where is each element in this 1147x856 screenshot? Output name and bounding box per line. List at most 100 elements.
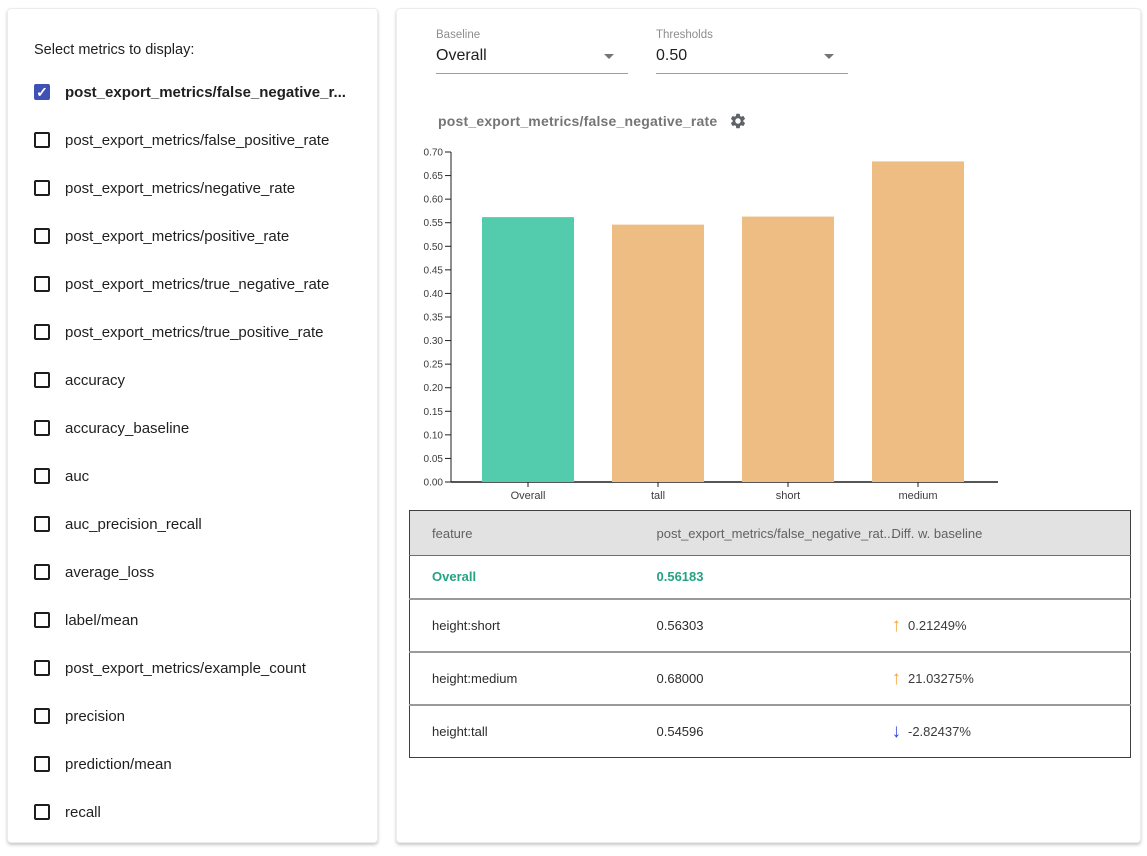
feature-cell: height:short bbox=[410, 599, 657, 652]
bar-tall bbox=[612, 225, 704, 482]
diff-percentage: 0.21249% bbox=[908, 618, 967, 633]
metric-item-label: accuracy bbox=[65, 372, 125, 389]
feature-cell: Overall bbox=[410, 556, 657, 599]
x-tick-label: Overall bbox=[511, 490, 546, 502]
y-tick-label: 0.00 bbox=[424, 478, 444, 489]
metric-item-label: auc_precision_recall bbox=[65, 516, 202, 533]
checkbox-unchecked-icon[interactable] bbox=[34, 468, 50, 484]
metric-select-panel: Select metrics to display: ✓ post_export_… bbox=[7, 8, 378, 843]
y-tick-label: 0.35 bbox=[424, 313, 444, 324]
checkbox-unchecked-icon[interactable] bbox=[34, 708, 50, 724]
chevron-down-icon bbox=[824, 54, 834, 59]
metric-item-label: average_loss bbox=[65, 564, 154, 581]
metric-item-label: precision bbox=[65, 708, 125, 725]
y-tick-label: 0.60 bbox=[424, 195, 444, 206]
metric-item-precision[interactable]: precision bbox=[34, 692, 361, 740]
metric-item-post-export-metrics-true-positive-rate[interactable]: post_export_metrics/true_positive_rate bbox=[34, 308, 361, 356]
y-tick-label: 0.25 bbox=[424, 360, 444, 371]
metric-item-label: post_export_metrics/true_positive_rate bbox=[65, 324, 323, 341]
x-tick-label: short bbox=[776, 490, 800, 502]
x-tick-label: medium bbox=[898, 490, 937, 502]
metric-item-auc-precision-recall[interactable]: auc_precision_recall bbox=[34, 500, 361, 548]
arrow-up-icon: ↑ bbox=[892, 669, 902, 688]
table-row-overall: Overall0.56183 bbox=[410, 556, 1131, 599]
metric-value-cell: 0.56303 bbox=[657, 599, 892, 652]
metric-item-accuracy[interactable]: accuracy bbox=[34, 356, 361, 404]
gear-icon[interactable] bbox=[729, 112, 747, 130]
checkbox-unchecked-icon[interactable] bbox=[34, 804, 50, 820]
metric-item-accuracy-baseline[interactable]: accuracy_baseline bbox=[34, 404, 361, 452]
metric-item-prediction-mean[interactable]: prediction/mean bbox=[34, 740, 361, 788]
metric-item-label: accuracy_baseline bbox=[65, 420, 189, 437]
checkbox-unchecked-icon[interactable] bbox=[34, 612, 50, 628]
metric-item-post-export-metrics-example-count[interactable]: post_export_metrics/example_count bbox=[34, 644, 361, 692]
diff-percentage: 21.03275% bbox=[908, 671, 974, 686]
checkbox-unchecked-icon[interactable] bbox=[34, 180, 50, 196]
metric-item-label: post_export_metrics/negative_rate bbox=[65, 180, 295, 197]
metric-item-average-loss[interactable]: average_loss bbox=[34, 548, 361, 596]
checkbox-unchecked-icon[interactable] bbox=[34, 564, 50, 580]
metric-item-post-export-metrics-false-positive-rate[interactable]: post_export_metrics/false_positive_rate bbox=[34, 116, 361, 164]
diff-cell: ↑ 21.03275% bbox=[892, 652, 1131, 705]
checkbox-unchecked-icon[interactable] bbox=[34, 372, 50, 388]
metric-item-label: prediction/mean bbox=[65, 756, 172, 773]
metric-item-recall[interactable]: recall bbox=[34, 788, 361, 836]
metric-value-cell: 0.54596 bbox=[657, 705, 892, 758]
checkbox-checked-icon[interactable]: ✓ bbox=[34, 84, 50, 100]
feature-cell: height:tall bbox=[410, 705, 657, 758]
bar-medium bbox=[872, 161, 964, 482]
metric-item-label: post_export_metrics/true_negative_rate bbox=[65, 276, 329, 293]
checkbox-unchecked-icon[interactable] bbox=[34, 132, 50, 148]
metric-item-post-export-metrics-negative-rate[interactable]: post_export_metrics/negative_rate bbox=[34, 164, 361, 212]
y-tick-label: 0.70 bbox=[424, 148, 444, 159]
metric-item-label-mean[interactable]: label/mean bbox=[34, 596, 361, 644]
col-header-feature: feature bbox=[410, 511, 657, 556]
metric-item-post-export-metrics-true-negative-rate[interactable]: post_export_metrics/true_negative_rate bbox=[34, 260, 361, 308]
baseline-select-label: Baseline bbox=[436, 29, 628, 41]
y-tick-label: 0.40 bbox=[424, 289, 444, 300]
x-tick-label: tall bbox=[651, 490, 665, 502]
metric-select-title: Select metrics to display: bbox=[34, 42, 361, 58]
thresholds-select[interactable]: 0.50 bbox=[656, 42, 848, 74]
y-tick-label: 0.05 bbox=[424, 454, 444, 465]
checkbox-unchecked-icon[interactable] bbox=[34, 660, 50, 676]
diff-cell: ↑0.21249% bbox=[892, 599, 1131, 652]
checkbox-unchecked-icon[interactable] bbox=[34, 276, 50, 292]
arrow-down-icon: ↓ bbox=[892, 722, 902, 741]
y-tick-label: 0.65 bbox=[424, 171, 444, 182]
checkbox-unchecked-icon[interactable] bbox=[34, 756, 50, 772]
metric-item-auc[interactable]: auc bbox=[34, 452, 361, 500]
metric-item-label: post_export_metrics/false_positive_rate bbox=[65, 132, 329, 149]
y-tick-label: 0.45 bbox=[424, 265, 444, 276]
metric-item-label: post_export_metrics/false_negative_r... bbox=[65, 84, 346, 101]
y-tick-label: 0.30 bbox=[424, 336, 444, 347]
chart-title: post_export_metrics/false_negative_rate bbox=[438, 113, 717, 129]
checkbox-unchecked-icon[interactable] bbox=[34, 516, 50, 532]
baseline-select-field: Baseline Overall bbox=[436, 29, 628, 74]
col-header-metric: post_export_metrics/false_negative_rat..… bbox=[657, 511, 892, 556]
checkbox-unchecked-icon[interactable] bbox=[34, 420, 50, 436]
y-tick-label: 0.55 bbox=[424, 218, 444, 229]
metric-item-post-export-metrics-false-negative-r[interactable]: ✓ post_export_metrics/false_negative_r... bbox=[34, 68, 361, 116]
checkbox-unchecked-icon[interactable] bbox=[34, 228, 50, 244]
thresholds-selected-value: 0.50 bbox=[656, 47, 687, 65]
metric-list: ✓ post_export_metrics/false_negative_r...… bbox=[34, 68, 361, 836]
metric-item-post-export-metrics-positive-rate[interactable]: post_export_metrics/positive_rate bbox=[34, 212, 361, 260]
table-row-height-short: height:short0.56303↑0.21249% bbox=[410, 599, 1131, 652]
y-tick-label: 0.15 bbox=[424, 407, 444, 418]
metric-item-label: post_export_metrics/example_count bbox=[65, 660, 306, 677]
table-header-row: feature post_export_metrics/false_negati… bbox=[410, 511, 1131, 556]
thresholds-select-label: Thresholds bbox=[656, 29, 848, 41]
y-tick-label: 0.50 bbox=[424, 242, 444, 253]
controls-row: Baseline Overall Thresholds 0.50 bbox=[436, 29, 1140, 74]
thresholds-select-field: Thresholds 0.50 bbox=[656, 29, 848, 74]
y-tick-label: 0.10 bbox=[424, 430, 444, 441]
table-row-height-tall: height:tall0.54596↓-2.82437% bbox=[410, 705, 1131, 758]
feature-cell: height:medium bbox=[410, 652, 657, 705]
bar-chart: 0.00 0.05 0.10 0.15 0.20 0.25 0.30 0.35 0.40 0.45… bbox=[421, 136, 1041, 506]
chevron-down-icon bbox=[604, 54, 614, 59]
baseline-select[interactable]: Overall bbox=[436, 42, 628, 74]
y-tick-label: 0.20 bbox=[424, 383, 444, 394]
metric-value-cell: 0.56183 bbox=[657, 556, 892, 599]
checkbox-unchecked-icon[interactable] bbox=[34, 324, 50, 340]
